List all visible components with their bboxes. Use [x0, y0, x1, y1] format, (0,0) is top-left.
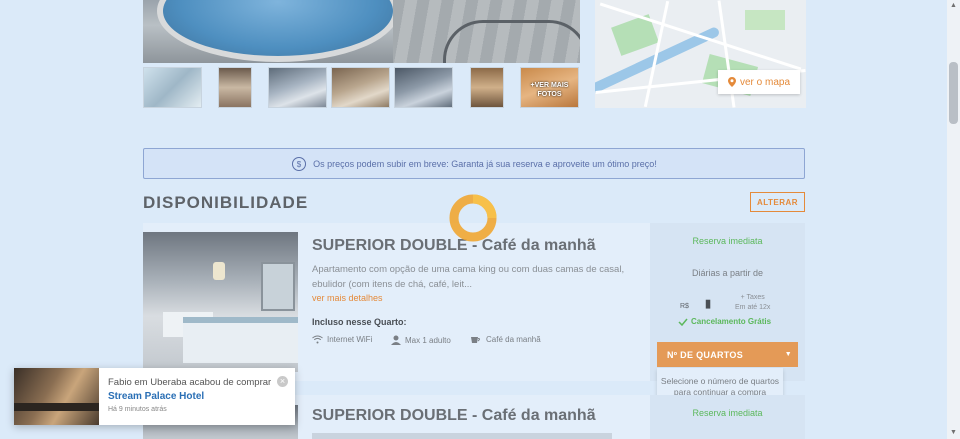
money-icon: $ — [292, 156, 307, 171]
room-description-placeholder — [312, 433, 612, 439]
instant-booking-label: Reserva imediata — [692, 236, 763, 246]
change-search-button[interactable]: ALTERAR — [750, 192, 805, 212]
rooms-select-label: Nº DE QUARTOS — [667, 349, 744, 360]
gallery-thumbnail[interactable] — [394, 67, 453, 108]
loading-spinner-icon — [449, 194, 497, 242]
gallery-thumbnail[interactable] — [470, 67, 504, 108]
map-preview[interactable]: ver o mapa — [595, 0, 806, 108]
close-icon[interactable]: × — [277, 376, 288, 387]
map-pin-icon — [727, 77, 736, 87]
amenity-wifi: Internet WiFi — [312, 335, 372, 344]
currency-symbol: R$ — [680, 303, 689, 310]
scroll-up-icon[interactable]: ▲ — [949, 2, 958, 10]
notification-hotel-link[interactable]: Stream Palace Hotel — [108, 391, 204, 402]
svg-text:$: $ — [297, 160, 302, 169]
amenity-label: Internet WiFi — [327, 335, 373, 344]
gallery-thumbnail[interactable] — [331, 67, 390, 108]
taxes-label: + Taxes — [740, 294, 765, 301]
price-value: ▮ — [705, 298, 712, 310]
room-name: SUPERIOR DOUBLE - Café da manhã — [312, 407, 596, 424]
free-cancellation-label: Cancelamento Grátis — [691, 317, 772, 326]
scrollbar-thumb[interactable] — [949, 62, 958, 124]
scroll-down-icon[interactable]: ▼ — [949, 429, 958, 437]
amenity-label: Max 1 adulto — [405, 335, 451, 345]
instant-booking-label: Reserva imediata — [692, 408, 763, 418]
chevron-down-icon: ▼ — [784, 351, 792, 358]
gallery-thumbnail[interactable] — [218, 67, 252, 108]
free-cancellation: Cancelamento Grátis — [678, 317, 771, 326]
price-alert-text: Os preços podem subir em breve: Garanta … — [313, 158, 657, 169]
daily-rate-label: Diárias a partir de — [691, 268, 764, 278]
gallery-thumbnail[interactable] — [268, 67, 327, 108]
wifi-icon — [312, 335, 323, 344]
view-map-label: ver o mapa — [739, 76, 791, 88]
amenity-occupancy: Max 1 adulto — [391, 335, 451, 345]
room-photo[interactable] — [143, 232, 298, 372]
included-title: Incluso nesse Quarto: — [312, 317, 407, 327]
gallery-thumbnail[interactable] — [143, 67, 202, 108]
availability-title: DISPONIBILIDADE — [143, 193, 309, 212]
notification-message: Fabio em Uberaba acabou de comprar — [108, 377, 272, 388]
amenity-breakfast: Café da manhã — [470, 335, 541, 344]
rooms-quantity-select[interactable]: Nº DE QUARTOS ▼ — [657, 342, 798, 367]
coffee-icon — [471, 337, 480, 343]
purchase-notification[interactable]: Fabio em Uberaba acabou de comprar Strea… — [14, 368, 295, 425]
check-icon — [678, 318, 688, 326]
room-details-link[interactable]: ver mais detalhes — [312, 293, 383, 303]
amenity-label: Café da manhã — [486, 335, 541, 344]
taxes-info: + Taxes Em até 12x — [735, 293, 770, 313]
price-alert-banner: $ Os preços podem subir em breve: Garant… — [143, 148, 805, 179]
hotel-thumbnail — [14, 368, 99, 425]
hero-photo[interactable] — [143, 0, 580, 63]
room-description: Apartamento com opção de uma cama king o… — [312, 264, 625, 290]
more-photos-label: +VER MAIS FOTOS — [530, 82, 569, 98]
view-map-button[interactable]: ver o mapa — [718, 70, 800, 94]
more-photos-button[interactable]: +VER MAIS FOTOS — [520, 67, 579, 108]
person-icon — [391, 335, 401, 345]
notification-time: Há 9 minutos atrás — [108, 406, 167, 413]
installments-label: Em até 12x — [735, 304, 771, 311]
